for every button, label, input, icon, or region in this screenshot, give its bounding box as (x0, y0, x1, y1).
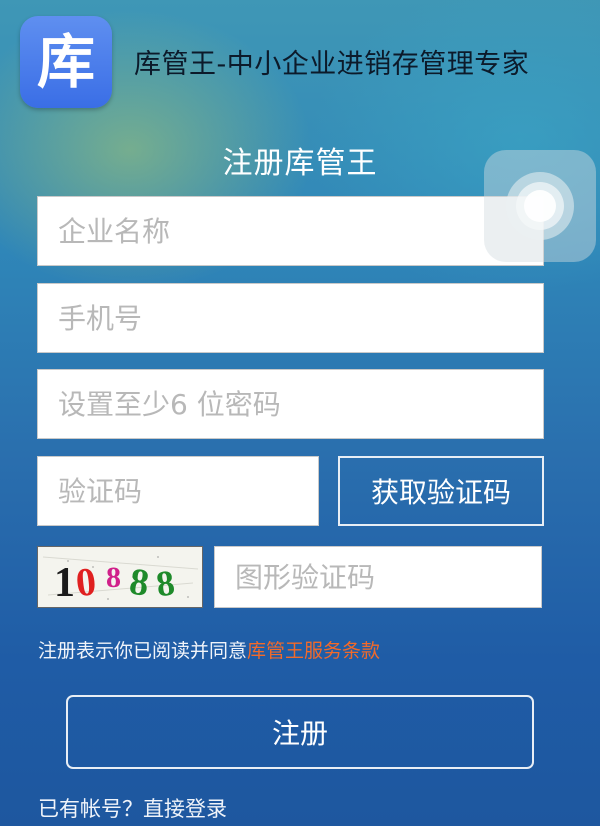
captcha-input[interactable] (233, 559, 541, 595)
get-code-button[interactable]: 获取验证码 (338, 456, 544, 526)
sms-code-input[interactable] (56, 473, 318, 509)
terms-prefix: 注册表示你已阅读并同意 (38, 640, 248, 662)
captcha-graphic: 1 0 8 8 8 (38, 547, 202, 607)
password-field[interactable] (37, 369, 544, 439)
sms-code-field[interactable] (37, 456, 319, 526)
company-name-input[interactable] (56, 213, 543, 249)
password-input[interactable] (56, 386, 543, 422)
svg-text:1: 1 (54, 560, 75, 606)
phone-field[interactable] (37, 283, 544, 353)
terms-link[interactable]: 库管王服务条款 (247, 640, 380, 662)
login-link[interactable]: 已有帐号？直接登录 (38, 793, 227, 823)
svg-text:8: 8 (106, 561, 121, 594)
assistive-touch-icon[interactable] (484, 150, 596, 262)
app-header: 库 库管王-中小企业进销存管理专家 (0, 0, 600, 115)
app-title: 库管王-中小企业进销存管理专家 (134, 49, 530, 80)
terms-notice: 注册表示你已阅读并同意库管王服务条款 (38, 636, 380, 663)
captcha-image[interactable]: 1 0 8 8 8 (37, 546, 203, 608)
register-button[interactable]: 注册 (66, 695, 534, 769)
app-logo-icon: 库 (20, 16, 112, 108)
phone-input[interactable] (56, 300, 543, 336)
assistive-touch-ring-inner (524, 190, 556, 222)
company-name-field[interactable] (37, 196, 544, 266)
captcha-field[interactable] (214, 546, 542, 608)
